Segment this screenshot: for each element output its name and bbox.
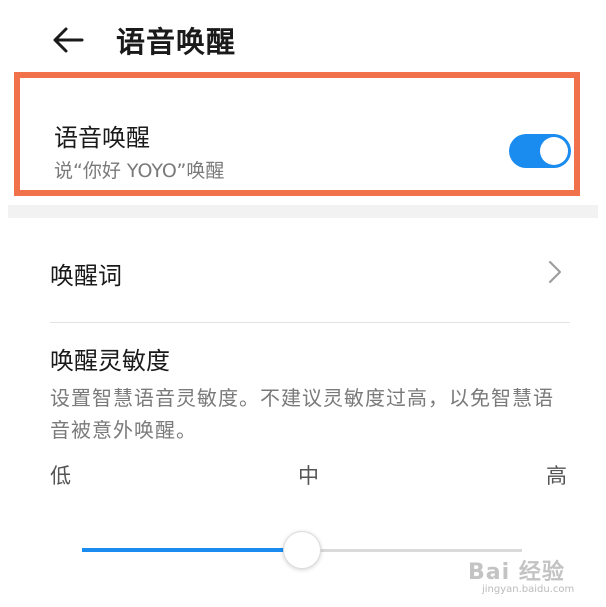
watermark: Bai 经验 jingyan.baidu.com <box>468 540 598 602</box>
sensitivity-title: 唤醒灵敏度 <box>50 347 170 375</box>
tick-low-label: 低 <box>50 464 71 488</box>
voice-wakeup-subtitle: 说“你好 YOYO”唤醒 <box>54 160 225 182</box>
wake-word-row[interactable]: 唤醒词 <box>0 230 606 316</box>
divider <box>50 322 570 323</box>
toggle-knob <box>540 137 568 165</box>
sensitivity-slider[interactable] <box>82 530 522 570</box>
wake-word-label: 唤醒词 <box>50 262 122 290</box>
chevron-right-icon <box>549 261 561 283</box>
tick-high-label: 高 <box>546 464 567 488</box>
voice-wakeup-title: 语音唤醒 <box>54 124 150 152</box>
back-button[interactable] <box>48 20 88 60</box>
watermark-text: Bai 经验 <box>468 560 565 585</box>
header: 语音唤醒 <box>0 0 606 78</box>
slider-fill <box>82 548 302 552</box>
tick-mid-label: 中 <box>298 464 319 488</box>
page-title: 语音唤醒 <box>116 25 237 59</box>
arrow-left-icon <box>53 27 84 53</box>
slider-thumb[interactable] <box>283 531 321 569</box>
voice-wakeup-section: 语音唤醒 说“你好 YOYO”唤醒 <box>14 72 580 196</box>
watermark-sub: jingyan.baidu.com <box>482 584 575 595</box>
voice-wakeup-toggle[interactable] <box>509 134 571 168</box>
sensitivity-description: 设置智慧语音灵敏度。不建议灵敏度过高，以免智慧语音被意外唤醒。 <box>50 386 554 442</box>
section-separator <box>8 205 598 218</box>
